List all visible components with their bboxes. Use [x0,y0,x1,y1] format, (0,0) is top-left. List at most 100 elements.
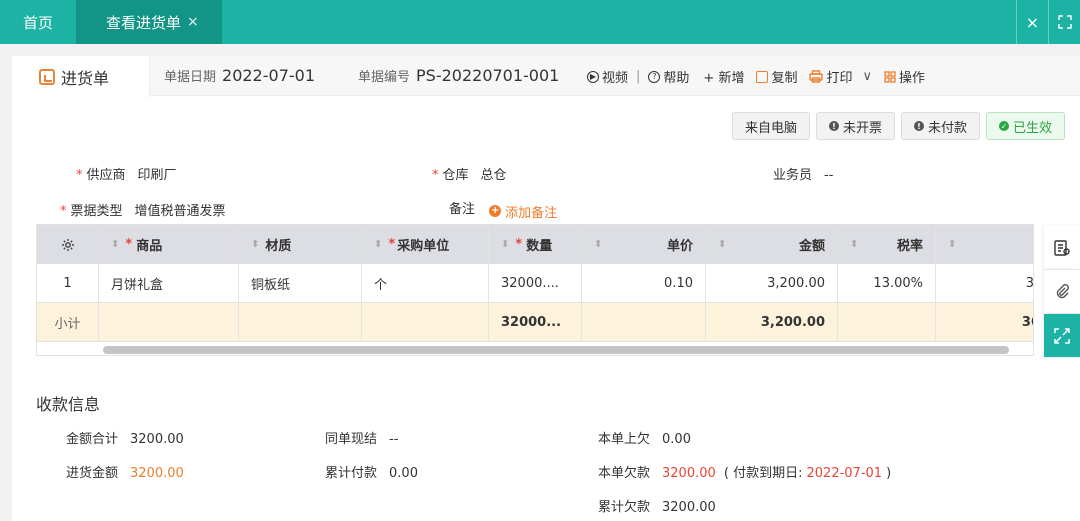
due-date: 2022-07-01 [806,466,883,481]
badge-invoice: ! 未开票 [815,112,895,140]
same-settle-label: 同单现结 [325,432,378,447]
paid-total-value: 0.00 [389,466,418,481]
print-button[interactable]: 打印 [809,67,852,86]
subtotal-tax: 368.1 [936,303,1033,341]
plus-icon: + [489,205,502,217]
cum-owe: 累计欠款 3200.00 [598,496,716,515]
col-amount[interactable]: ⬍ 金额 [706,225,838,264]
subtotal-empty [239,303,362,341]
sort-icon: ⬍ [374,239,383,250]
cum-owe-label: 累计欠款 [598,500,651,515]
doc-tab[interactable]: 进货单 [12,56,150,98]
toolbar: ▶ 视频 | ? 帮助 + 新增 复制 打印 ∨ 操作 [587,67,925,86]
bill-type-label: 票据类型 [70,204,123,219]
row-tax-rate[interactable]: 13.00% [838,264,936,302]
expand-button[interactable] [1044,314,1080,358]
row-material[interactable]: 铜板纸 [239,264,362,302]
purchase-order-icon [39,69,55,85]
tab-home-label: 首页 [22,13,53,32]
col-tax[interactable]: ⬍税额 [936,225,1033,264]
sort-icon: ⬍ [501,239,510,250]
col-material-label: 材质 [265,239,292,254]
col-amount-label: 金额 [798,239,825,254]
col-qty-label: 数量 [526,239,553,254]
doc-number: 单据编号 PS-20220701-001 [358,66,559,85]
row-amount[interactable]: 3,200.00 [706,264,838,302]
help-button[interactable]: ? 帮助 [648,67,689,86]
col-unit-label: 采购单位 [397,239,450,254]
right-float-panel [1044,226,1080,358]
scrollbar-thumb[interactable] [103,346,1009,354]
row-unit[interactable]: 个 [362,264,489,302]
copy-label: 复制 [771,71,798,86]
status-badges: 来自电脑 ! 未开票 ! 未付款 ✓ 已生效 [731,112,1065,140]
tab-view-purchase[interactable]: 查看进货单 × [76,0,222,44]
add-button[interactable]: + 新增 [703,67,744,86]
col-price[interactable]: ⬍ 单价 [582,225,706,264]
col-unit[interactable]: ⬍ * 采购单位 [362,225,489,264]
paid-total: 累计付款 0.00 [325,462,418,481]
salesman-field: 业务员 -- [773,164,833,183]
goods-table: ⬍*商品 ⬍材质 ⬍*采购单位 ⬍*数量 ⬍单价 ⬍金额 ⬍税率 ⬍税额 1 月… [36,224,1034,356]
document-icon [1054,239,1070,256]
fullscreen-icon[interactable] [1048,0,1080,44]
column-settings-button[interactable] [37,225,99,264]
tab-close-icon[interactable]: × [187,14,199,30]
col-product[interactable]: ⬍ * 商品 [99,225,239,264]
attachment-button[interactable] [1044,270,1080,314]
salesman-label: 业务员 [773,168,813,183]
required-mark: * [76,168,83,183]
col-tax-rate-label: 税率 [896,239,923,254]
sort-icon: ⬍ [594,239,603,250]
row-index: 1 [37,264,99,302]
doc-number-value: PS-20220701-001 [416,66,560,85]
copy-icon [756,70,769,83]
top-tab-bar: 首页 查看进货单 × × [0,0,1080,44]
expand-icon [1054,327,1070,344]
sort-icon: ⬍ [251,239,260,250]
row-price[interactable]: 0.10 [582,264,706,302]
col-tax-rate[interactable]: ⬍ 税率 [838,225,936,264]
bill-type-value: 增值税普通发票 [134,204,226,219]
same-settle: 同单现结 -- [325,428,398,447]
tab-home[interactable]: 首页 [0,0,76,44]
badge-effective-label: 已生效 [1012,120,1052,136]
note-label: 备注 [449,202,476,217]
prev-owe: 本单上欠 0.00 [598,428,691,447]
row-product[interactable]: 月饼礼盒 [99,264,239,302]
supplier-value: 印刷厂 [137,168,177,183]
current-owe-label: 本单欠款 [598,466,651,481]
required-mark: * [125,237,133,252]
table-row[interactable]: 1 月饼礼盒 铜板纸 个 32000.... 0.10 3,200.00 13.… [37,264,1033,303]
row-tax[interactable]: 368.1 [936,264,1033,302]
col-material[interactable]: ⬍ 材质 [239,225,362,264]
same-settle-value: -- [389,432,399,447]
video-label: 视频 [602,71,629,86]
document-info-button[interactable] [1044,226,1080,270]
total-amount: 金额合计 3200.00 [66,428,184,447]
current-owe-value: 3200.00 [662,466,716,481]
chevron-down-icon[interactable]: ∨ [862,69,872,84]
operations-button[interactable]: 操作 [884,67,925,86]
warehouse-value: 总仓 [480,168,507,183]
gear-icon [61,238,74,251]
doc-number-label: 单据编号 [358,70,411,85]
prev-owe-value: 0.00 [662,432,691,447]
video-button[interactable]: ▶ 视频 [587,67,628,86]
window-close-icon[interactable]: × [1016,0,1048,44]
purchase-amount-value: 3200.00 [130,466,184,481]
copy-button[interactable]: 复制 [756,67,797,86]
payment-section-title: 收款信息 [36,395,101,414]
col-qty[interactable]: ⬍ * 数量 [489,225,582,264]
help-icon: ? [648,70,661,83]
required-mark: * [60,204,67,219]
supplier-field: * 供应商 印刷厂 [76,164,177,183]
add-note-button[interactable]: + 添加备注 [489,202,557,221]
subtotal-row: 小计 32000... 3,200.00 368.1 [37,303,1033,341]
help-label: 帮助 [663,71,690,86]
horizontal-scrollbar[interactable] [37,341,1033,355]
alert-icon: ! [828,121,839,131]
badge-source-label: 来自电脑 [744,120,797,136]
warehouse-field: * 仓库 总仓 [432,164,507,183]
row-qty[interactable]: 32000.... [489,264,582,302]
